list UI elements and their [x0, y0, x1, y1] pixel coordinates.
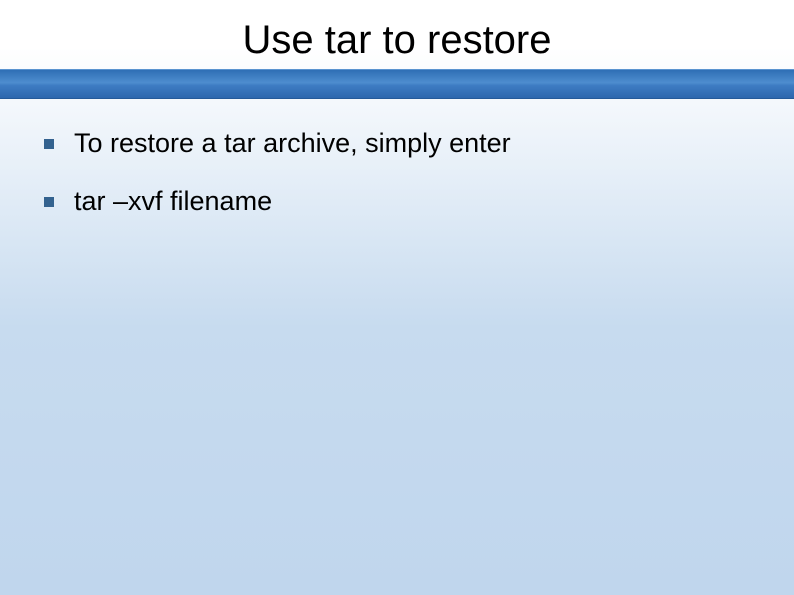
title-underline-bar: [0, 69, 794, 99]
bullet-icon: [44, 197, 54, 207]
bullet-item: To restore a tar archive, simply enter: [44, 127, 750, 161]
bullet-item: tar –xvf filename: [44, 185, 750, 219]
bullet-text: To restore a tar archive, simply enter: [74, 127, 511, 161]
slide-content: To restore a tar archive, simply enter t…: [0, 99, 794, 219]
slide-title: Use tar to restore: [0, 18, 794, 69]
bullet-icon: [44, 139, 54, 149]
title-band: Use tar to restore: [0, 0, 794, 99]
bullet-text: tar –xvf filename: [74, 185, 272, 219]
